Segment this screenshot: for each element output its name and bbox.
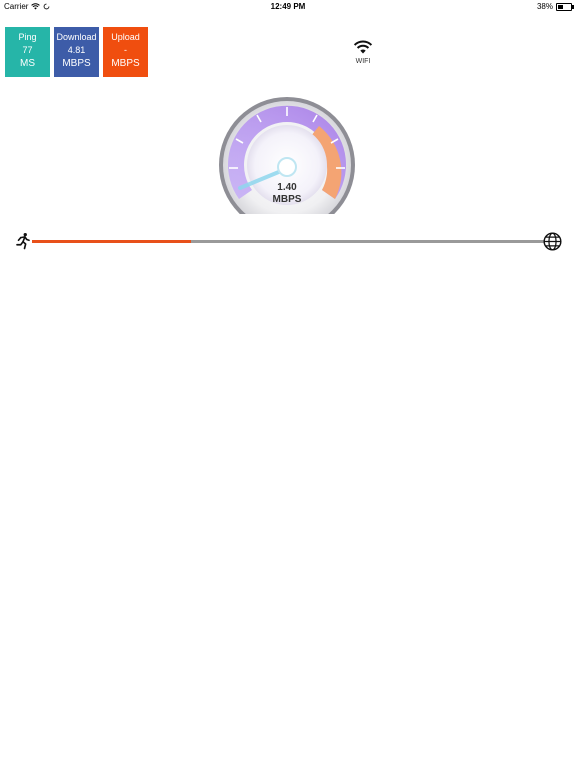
ping-unit: MS: [20, 58, 35, 69]
connection-type: WIFI: [348, 40, 378, 65]
status-right: 38%: [536, 2, 574, 11]
ping-title: Ping: [18, 32, 37, 42]
connection-label: WIFI: [355, 58, 371, 65]
battery-icon: [556, 2, 574, 11]
gauge-value: 1.40: [277, 182, 297, 193]
speed-gauge: 1.40 MBPS: [218, 96, 356, 233]
download-unit: MBPS: [62, 58, 91, 69]
upload-title: Upload: [111, 32, 140, 42]
upload-unit: MBPS: [111, 58, 140, 69]
status-time: 12:49 PM: [270, 2, 306, 11]
download-box[interactable]: Download 4.81 MBPS: [54, 27, 99, 77]
upload-box[interactable]: Upload - MBPS: [103, 27, 148, 77]
runner-icon: [16, 232, 30, 250]
gauge-unit: MBPS: [272, 194, 302, 205]
globe-icon: [543, 232, 562, 251]
progress-track: [32, 240, 544, 243]
progress-fill: [32, 240, 191, 243]
ping-box[interactable]: Ping 77 MS: [5, 27, 50, 77]
download-value: 4.81: [67, 45, 86, 55]
upload-value: -: [124, 45, 127, 55]
battery-percent: 38%: [536, 2, 553, 11]
wifi-icon: [353, 40, 373, 54]
ping-value: 77: [22, 45, 33, 55]
status-bar: Carrier 12:49 PM 38%: [0, 0, 576, 12]
download-title: Download: [56, 32, 97, 42]
